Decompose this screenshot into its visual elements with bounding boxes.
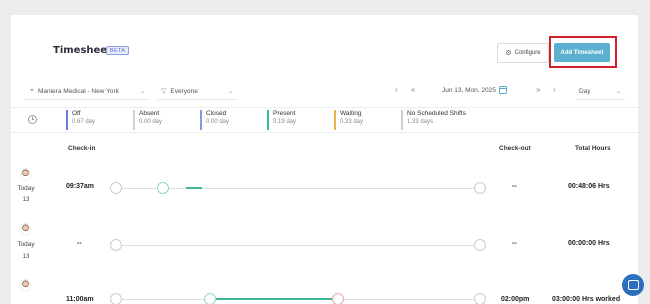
prev-week-icon[interactable]: « — [411, 85, 415, 94]
configure-label: Configure — [514, 50, 541, 56]
clock-in-node[interactable] — [157, 182, 169, 194]
prev-day-icon[interactable]: ‹ — [395, 85, 398, 94]
chevron-down-icon: ⌄ — [227, 88, 233, 95]
configure-button[interactable]: ⚙ Configure — [497, 43, 549, 63]
clock-in-node[interactable] — [204, 293, 216, 304]
timeline-track — [115, 245, 481, 246]
view-value: Day — [579, 87, 591, 95]
row-date: 13 — [22, 197, 30, 203]
row-day: Today — [17, 241, 35, 248]
location-value: Maniera Medical - New York — [37, 87, 119, 95]
checkin-time: 09:37am — [66, 183, 95, 190]
row-day: Today — [17, 185, 35, 192]
timeline-start-node — [110, 293, 122, 304]
summary-no-shifts: No Scheduled Shifts 1.33 days — [401, 110, 466, 130]
add-timesheet-button[interactable]: Add Timesheet — [554, 43, 610, 62]
worked-bar — [186, 187, 202, 189]
clock-icon — [28, 115, 37, 124]
gear-icon: ⚙ — [505, 50, 512, 57]
summary-absent: Absent 0.00 day — [133, 110, 162, 130]
checkin-header: Check-in — [68, 145, 96, 152]
employee-avatar[interactable] — [20, 223, 31, 236]
summary-waiting: Waiting 0.33 day — [334, 110, 363, 130]
checkout-time: 02:00pm — [501, 296, 530, 303]
total-hours: 00:00:00 Hrs — [568, 240, 610, 247]
summary-off: Off 0.67 day — [66, 110, 95, 130]
calendar-icon[interactable] — [499, 86, 507, 94]
timeline-start-node — [110, 182, 122, 194]
checkout-time: -- — [512, 183, 517, 190]
chevron-down-icon: ⌄ — [615, 88, 621, 95]
next-day-icon[interactable]: › — [553, 85, 556, 94]
total-hours-header: Total Hours — [575, 145, 611, 152]
checkout-time: -- — [512, 240, 517, 247]
view-select[interactable]: Day ⌄ — [577, 83, 625, 100]
timeline-end-node — [474, 182, 486, 194]
filter-icon: ▽ — [161, 88, 167, 95]
summary-closed: Closed 0.00 day — [200, 110, 229, 130]
employee-filter[interactable]: ▽ Everyone ⌄ — [157, 83, 237, 100]
checkin-time: 11:00am — [66, 296, 94, 303]
employee-value: Everyone — [170, 87, 198, 95]
checkin-time: -- — [77, 240, 82, 247]
location-filter[interactable]: ⌖ Maniera Medical - New York ⌄ — [24, 83, 149, 100]
beta-badge: BETA — [106, 46, 130, 55]
total-hours: 03:00:00 Hrs worked — [552, 296, 621, 303]
chevron-down-icon: ⌄ — [139, 88, 145, 95]
summary-present: Present 0.19 day — [267, 110, 296, 130]
summary-row — [11, 107, 638, 133]
row-date: 13 — [22, 254, 30, 260]
location-pin-icon: ⌖ — [30, 87, 34, 94]
timeline-end-node — [474, 293, 486, 304]
total-hours: 00:48:06 Hrs — [568, 183, 610, 190]
worked-bar — [216, 298, 332, 300]
employee-avatar[interactable] — [20, 168, 31, 181]
date-display[interactable]: Jun 13, Mon, 2025 — [442, 87, 496, 94]
timeline-start-node — [110, 239, 122, 251]
employee-avatar[interactable] — [20, 279, 31, 292]
timeline-end-node — [474, 239, 486, 251]
next-week-icon[interactable]: » — [536, 85, 540, 94]
checkout-header: Check-out — [499, 145, 531, 152]
clock-out-node[interactable] — [332, 293, 344, 304]
timesheets-panel: Timesheets BETA ⚙ Configure Add Timeshee… — [11, 15, 638, 304]
timeline-track — [115, 188, 481, 189]
chat-launcher-button[interactable] — [622, 274, 644, 296]
